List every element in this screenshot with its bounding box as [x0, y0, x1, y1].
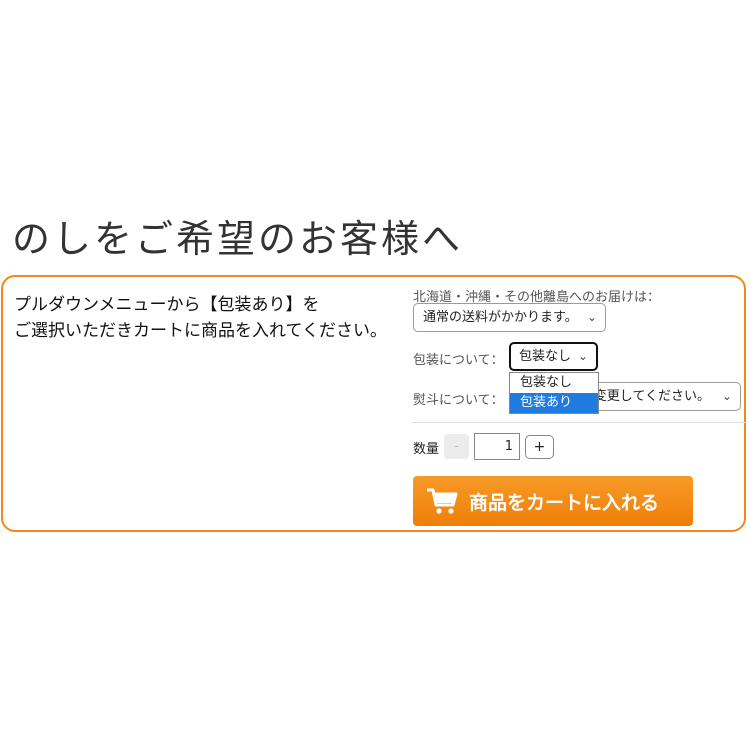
- quantity-label: 数量: [413, 442, 440, 457]
- cart-icon: [427, 488, 458, 514]
- chevron-down-icon: ⌄: [586, 310, 597, 324]
- wrapping-label: 包装について：: [413, 353, 504, 368]
- instructions: プルダウンメニューから【包装あり】を ご選択いただきカートに商品を入れてください…: [14, 292, 409, 344]
- noshi-label: 熨斗について：: [413, 393, 504, 408]
- chevron-down-icon: ⌄: [721, 389, 732, 403]
- wrapping-select-value: 包装なし: [519, 349, 572, 364]
- noshi-select-value: 変更してください。: [593, 389, 710, 404]
- instructions-line-1: プルダウンメニューから【包装あり】を: [14, 295, 320, 315]
- quantity-increment-button[interactable]: +: [525, 435, 554, 459]
- wrapping-dropdown: 包装なし 包装あり: [509, 372, 599, 414]
- divider: [412, 422, 746, 423]
- wrapping-select[interactable]: 包装なし ⌄: [509, 342, 598, 371]
- instructions-line-2: ご選択いただきカートに商品を入れてください。: [14, 321, 387, 341]
- wrapping-option-none[interactable]: 包装なし: [510, 373, 598, 393]
- page-heading: のしをご希望のお客様へ: [12, 217, 464, 261]
- wrapping-option-wrapped[interactable]: 包装あり: [510, 393, 598, 413]
- add-to-cart-label: 商品をカートに入れる: [469, 491, 660, 514]
- quantity-input[interactable]: 1: [474, 433, 520, 460]
- shipping-select[interactable]: 通常の送料がかかります。 ⌄: [413, 303, 606, 332]
- chevron-down-icon: ⌄: [577, 349, 588, 363]
- quantity-decrement-button[interactable]: -: [444, 434, 469, 459]
- shipping-select-value: 通常の送料がかかります。: [423, 310, 578, 325]
- add-to-cart-button[interactable]: 商品をカートに入れる: [413, 476, 693, 526]
